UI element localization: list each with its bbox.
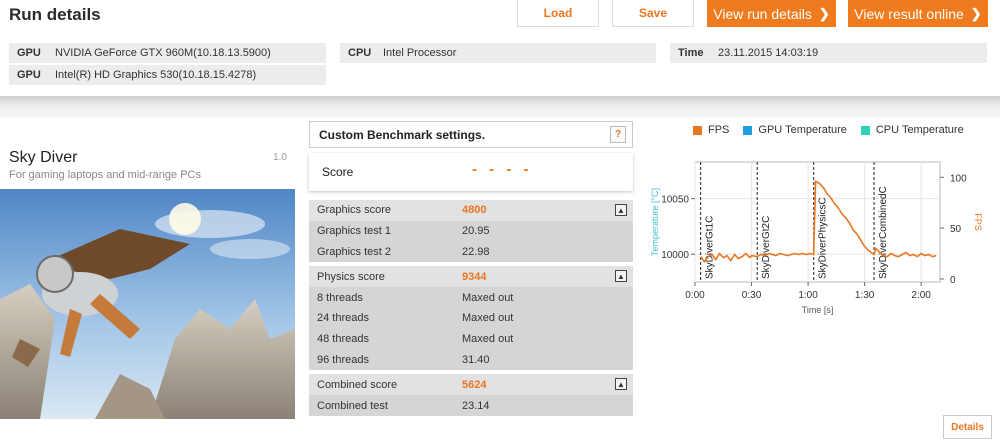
- view-run-details-label: View run details: [713, 5, 812, 22]
- y-right-axis-title: FPS: [973, 213, 983, 231]
- gpu-value: Intel(R) HD Graphics 530(10.18.15.4278): [55, 69, 257, 81]
- benchmark-version: 1.0: [273, 152, 287, 163]
- y-right-tick-label: 0: [950, 275, 956, 286]
- legend-gpu-temperature[interactable]: GPU Temperature: [743, 124, 847, 136]
- test-marker-label: SkyDiverPhysicsC: [818, 197, 829, 279]
- graphics-score-row[interactable]: Graphics score 4800 ▲: [309, 200, 633, 221]
- test-label: 96 threads: [317, 353, 369, 366]
- benchmark-card: Sky Diver For gaming laptops and mid-ran…: [0, 118, 300, 445]
- test-value: Maxed out: [462, 291, 514, 304]
- score-value: - - - -: [472, 161, 533, 178]
- test-value: 23.14: [462, 399, 490, 412]
- test-value: Maxed out: [462, 312, 514, 325]
- y-right-tick-label: 50: [950, 224, 962, 235]
- save-button[interactable]: Save: [612, 0, 694, 27]
- legend-fps[interactable]: FPS: [693, 124, 729, 136]
- run-details-header: Run details Load Save View run details ❯…: [0, 0, 1000, 96]
- scores-panel: Custom Benchmark settings. ? Score - - -…: [308, 118, 635, 445]
- test-marker-label: SkyDiverCombinedC: [878, 186, 889, 279]
- cpu-value: Intel Processor: [383, 47, 457, 59]
- test-value: Maxed out: [462, 333, 514, 346]
- x-tick-label: 1:00: [798, 290, 818, 301]
- combined-score-label: Combined score: [317, 378, 398, 391]
- time-info: Time 23.11.2015 14:03:19: [670, 43, 987, 63]
- custom-benchmark-settings: Custom Benchmark settings. ?: [309, 121, 633, 148]
- view-result-online-label: View result online: [854, 5, 964, 22]
- test-label: Combined test: [317, 399, 388, 412]
- y-left-tick-label: 10050: [661, 195, 689, 206]
- details-button[interactable]: Details: [943, 415, 992, 439]
- monitoring-panel: FPS GPU Temperature CPU Temperature 0:00…: [643, 118, 1000, 445]
- benchmark-heading: Sky Diver For gaming laptops and mid-ran…: [0, 144, 295, 189]
- y-right-tick-label: 100: [950, 173, 967, 184]
- test-label: Graphics test 1: [317, 225, 391, 238]
- time-value: 23.11.2015 14:03:19: [718, 47, 819, 59]
- cpu-info: CPU Intel Processor: [340, 43, 656, 63]
- y-left-axis-title: Temperature [°C]: [650, 188, 660, 256]
- x-tick-label: 2:00: [911, 290, 931, 301]
- benchmark-name: Sky Diver: [9, 149, 78, 166]
- monitoring-chart: 0:00 0:30 1:00 1:30 2:00 10000 10050 0 50 100 Time…: [650, 161, 983, 315]
- collapse-icon[interactable]: ▲: [615, 378, 627, 391]
- settings-label: Custom Benchmark settings.: [319, 127, 486, 142]
- test-marker-label: SkyDiverGt1C: [705, 216, 716, 279]
- table-row: 24 threads Maxed out: [309, 307, 633, 329]
- table-row: 48 threads Maxed out: [309, 328, 633, 350]
- section-divider: [0, 96, 1000, 118]
- collapse-icon[interactable]: ▲: [615, 270, 627, 283]
- chart-legend: FPS GPU Temperature CPU Temperature: [693, 124, 964, 136]
- x-tick-label: 0:30: [742, 290, 762, 301]
- test-label: 24 threads: [317, 312, 369, 325]
- benchmark-artwork: [0, 189, 295, 419]
- page-title: Run details: [9, 5, 101, 24]
- view-run-details-button[interactable]: View run details ❯: [707, 0, 836, 27]
- help-button[interactable]: ?: [610, 126, 626, 143]
- test-value: 22.98: [462, 245, 490, 258]
- physics-score-label: Physics score: [317, 270, 385, 283]
- table-row: Graphics test 1 20.95: [309, 220, 633, 242]
- gpu-key: GPU: [17, 69, 41, 81]
- results-table: Graphics score 4800 ▲ Graphics test 1 20…: [309, 200, 633, 416]
- view-result-online-button[interactable]: View result online ❯: [848, 0, 988, 27]
- chevron-right-icon: ❯: [970, 5, 982, 21]
- table-row: 96 threads 31.40: [309, 349, 633, 371]
- combined-score-value: 5624: [462, 378, 487, 391]
- test-label: Graphics test 2: [317, 245, 391, 258]
- x-axis-title: Time [s]: [802, 305, 834, 315]
- test-value: 20.95: [462, 225, 490, 238]
- gpu-value: NVIDIA GeForce GTX 960M(10.18.13.5900): [55, 47, 271, 59]
- score-label: Score: [322, 165, 354, 179]
- test-label: 48 threads: [317, 333, 369, 346]
- score-box: Score - - - -: [309, 153, 633, 191]
- collapse-icon[interactable]: ▲: [615, 204, 627, 216]
- graphics-score-value: 4800: [462, 204, 487, 217]
- gpu-key: GPU: [17, 47, 41, 59]
- x-tick-label: 1:30: [855, 290, 875, 301]
- gpu-info-secondary: GPU Intel(R) HD Graphics 530(10.18.15.42…: [9, 65, 326, 85]
- test-value: 31.40: [462, 353, 490, 366]
- cpu-key: CPU: [348, 47, 372, 59]
- x-tick-label: 0:00: [685, 290, 705, 301]
- physics-score-value: 9344: [462, 270, 487, 283]
- physics-score-row[interactable]: Physics score 9344 ▲: [309, 266, 633, 288]
- time-key: Time: [678, 47, 704, 59]
- test-label: 8 threads: [317, 291, 363, 304]
- chevron-right-icon: ❯: [818, 5, 830, 21]
- test-marker-label: SkyDiverGt2C: [761, 216, 772, 279]
- table-row: 8 threads Maxed out: [309, 287, 633, 308]
- gpu-info-primary: GPU NVIDIA GeForce GTX 960M(10.18.13.590…: [9, 43, 326, 63]
- table-row: Graphics test 2 22.98: [309, 241, 633, 263]
- benchmark-subtitle: For gaming laptops and mid-range PCs: [9, 169, 201, 181]
- load-button[interactable]: Load: [517, 0, 599, 27]
- combined-score-row[interactable]: Combined score 5624 ▲: [309, 374, 633, 396]
- graphics-score-label: Graphics score: [317, 204, 391, 217]
- y-left-tick-label: 10000: [661, 250, 689, 261]
- table-row: Combined test 23.14: [309, 395, 633, 416]
- legend-cpu-temperature[interactable]: CPU Temperature: [860, 124, 964, 136]
